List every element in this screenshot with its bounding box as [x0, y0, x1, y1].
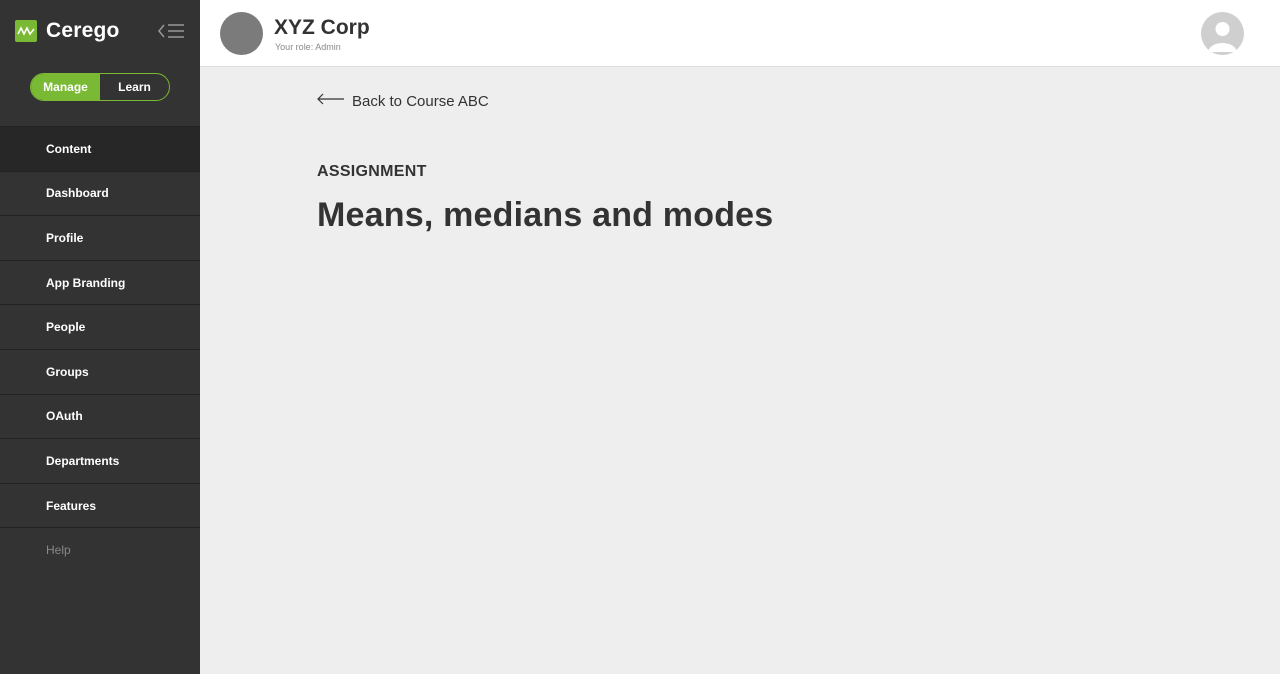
brand-name: Cerego: [46, 19, 120, 42]
brand[interactable]: Cerego: [15, 19, 120, 43]
top-header: XYZ Corp Your role: Admin: [200, 0, 1280, 67]
assignment-kicker: ASSIGNMENT: [317, 163, 427, 180]
sidebar-item-help[interactable]: Help: [0, 527, 200, 572]
back-link-label: Back to Course ABC: [352, 92, 489, 110]
mode-learn-button[interactable]: Learn: [100, 74, 169, 100]
sidebar: Cerego Manage Learn Content Dashboard Pr…: [0, 0, 200, 674]
back-to-course-link[interactable]: Back to Course ABC: [317, 92, 489, 110]
mode-manage-button[interactable]: Manage: [31, 74, 100, 100]
sidebar-item-profile[interactable]: Profile: [0, 215, 200, 260]
sidebar-item-dashboard[interactable]: Dashboard: [0, 170, 200, 216]
collapse-menu-icon[interactable]: [157, 22, 185, 40]
sidebar-item-departments[interactable]: Departments: [0, 438, 200, 483]
user-avatar-icon[interactable]: [1201, 12, 1244, 55]
sidebar-nav: Content Dashboard Profile App Branding P…: [0, 126, 200, 572]
sidebar-item-groups[interactable]: Groups: [0, 348, 200, 394]
sidebar-item-oauth[interactable]: OAuth: [0, 393, 200, 439]
mode-toggle: Manage Learn: [30, 73, 170, 101]
sidebar-item-features[interactable]: Features: [0, 482, 200, 528]
arrow-left-icon: [317, 92, 345, 110]
org-name: XYZ Corp: [274, 16, 370, 39]
role-text: Your role: Admin: [275, 42, 341, 52]
wave-logo-icon: [15, 20, 37, 42]
sidebar-item-app-branding[interactable]: App Branding: [0, 259, 200, 305]
sidebar-item-content[interactable]: Content: [0, 126, 200, 171]
sidebar-item-people[interactable]: People: [0, 304, 200, 349]
page-title: Means, medians and modes: [317, 196, 774, 234]
org-avatar: [220, 12, 263, 55]
